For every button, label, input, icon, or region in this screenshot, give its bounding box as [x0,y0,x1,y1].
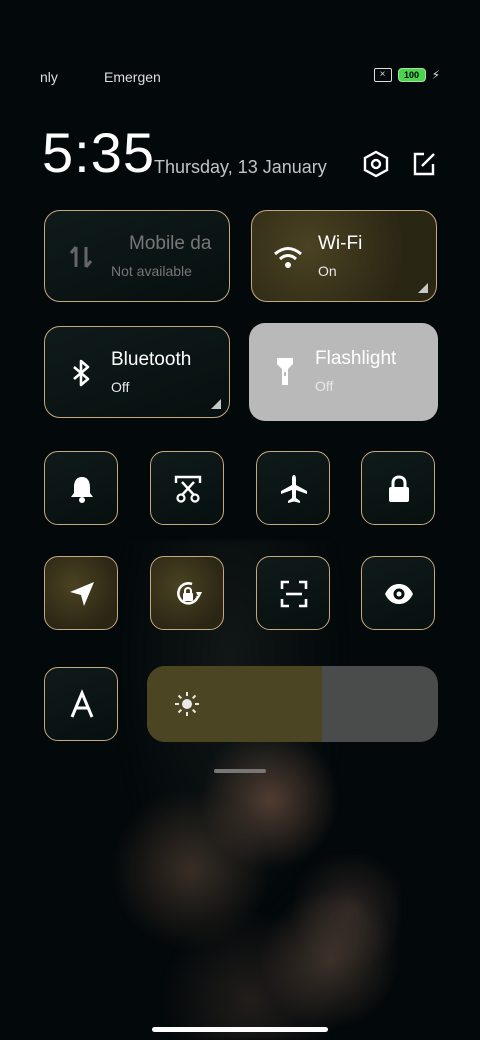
tile-bluetooth[interactable]: Bluetooth Off [44,326,230,418]
home-indicator[interactable] [152,1027,328,1032]
font-a-icon [70,689,94,718]
toggle-lock-screen[interactable] [361,451,435,525]
tile-subtitle: Not available [111,263,192,279]
mobile-data-icon [69,246,93,268]
emergency-text: Emergen [104,69,161,85]
tile-title: Bluetooth [111,349,192,370]
toggle-ringer[interactable] [44,451,118,525]
no-sim-icon: × [373,68,392,82]
tile-subtitle: On [318,263,337,279]
rotation-lock-icon [177,582,202,605]
bluetooth-icon [73,359,90,387]
sun-icon [175,692,199,716]
tile-flashlight[interactable]: Flashlight Off [249,323,438,421]
clock: 5:35 [42,121,155,184]
scan-icon [280,580,308,608]
toggle-reading-mode[interactable] [361,556,435,630]
tile-mobile-data[interactable]: Mobile da Not available [44,210,230,302]
drag-handle[interactable] [214,769,266,773]
location-icon [70,582,94,606]
status-bar: nly Emergen × 100 ⚡ [0,62,480,90]
wifi-icon [274,247,302,268]
expand-corner-icon[interactable] [211,399,221,409]
toggle-location[interactable] [44,556,118,630]
battery-icon: 100 [397,68,426,82]
settings-hex-icon[interactable] [362,150,390,178]
tile-title: Flashlight [315,348,397,369]
airplane-icon [281,475,307,503]
toggle-font-size[interactable] [44,667,118,741]
bolt-icon: ⚡ [431,68,440,82]
toggle-scanner[interactable] [256,556,330,630]
edit-icon[interactable] [410,150,438,178]
toggle-airplane[interactable] [256,451,330,525]
eye-icon [385,584,413,604]
toggle-screenshot[interactable] [150,451,224,525]
tile-subtitle: Off [315,378,334,394]
brightness-slider[interactable] [147,666,438,742]
toggle-rotation-lock[interactable] [150,556,224,630]
tile-title: Mobile da [129,233,212,254]
wallpaper [80,540,400,1040]
screenshot-scissors-icon [174,475,202,503]
expand-corner-icon[interactable] [418,283,428,293]
bell-icon [71,477,93,503]
carrier-text: nly [40,69,58,85]
tile-title: Wi-Fi [318,233,363,254]
lock-icon [389,475,409,502]
tile-wifi[interactable]: Wi-Fi On [251,210,437,302]
tile-subtitle: Off [111,379,130,395]
flashlight-icon [277,358,293,385]
date: Thursday, 13 January [154,157,327,177]
